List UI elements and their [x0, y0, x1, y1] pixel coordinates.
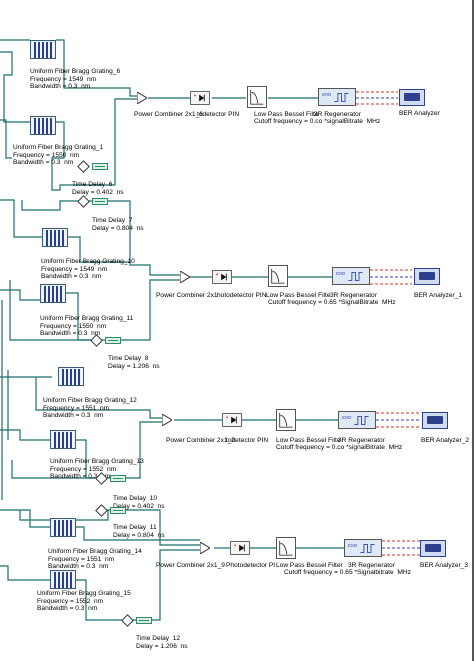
power-combiner-9-icon[interactable] — [200, 542, 210, 554]
time-delay-7-label: Time Delay 7 Delay = 0.804 ns — [92, 217, 144, 232]
fbg-14-label: Uniform Fiber Bragg Grating_14 Frequency … — [48, 548, 142, 571]
chain-3-cutoff-label: Cutoff frequency = 0.co *signalBitrate M… — [276, 444, 403, 451]
chain-1-ber-label: BER Analyzer — [399, 110, 440, 117]
photodetector-2-icon[interactable]: ✶ — [212, 270, 232, 284]
wire — [0, 119, 12, 159]
fbg-12-label: Uniform Fiber Bragg Grating_12 Frequency … — [43, 397, 137, 420]
schematic-canvas: Uniform Fiber Bragg Grating_6 Frequency =… — [0, 0, 474, 661]
low-pass-filter-1-icon[interactable] — [247, 86, 267, 108]
photodetector-1-icon[interactable]: ✶ — [190, 91, 210, 105]
svg-text:IOIO: IOIO — [342, 415, 352, 420]
fbg-1-label: Uniform Fiber Bragg Grating_1 Frequency =… — [13, 144, 104, 167]
ber-analyzer-3-icon[interactable] — [422, 412, 448, 429]
chain-4-ber-label: BER Analyzer_3 — [420, 562, 469, 569]
power-combiner-6-icon[interactable] — [137, 92, 147, 104]
chain-4-cutoff-label: Cutoff frequency = 0.65 *Signalbitrate M… — [284, 569, 411, 576]
chain-2-cutoff-label: Cutoff frequency = 0.65 *SignalBitrate M… — [268, 299, 396, 306]
power-combiner-2-icon[interactable] — [162, 414, 172, 426]
svg-text:IOIO: IOIO — [336, 271, 346, 276]
wire — [0, 289, 40, 301]
low-pass-filter-4-icon[interactable] — [276, 537, 296, 559]
svg-text:IOIO: IOIO — [348, 543, 358, 548]
fbg-13-icon[interactable] — [50, 430, 76, 449]
chain-1-combiner-label: Power Combiner 2x1_6 — [134, 111, 203, 118]
svg-text:✶: ✶ — [225, 415, 229, 420]
fbg-10-label: Uniform Fiber Bragg Grating_10 Frequency … — [41, 258, 135, 281]
time-delay-6[interactable] — [92, 163, 108, 170]
svg-text:IOIO: IOIO — [322, 92, 332, 97]
svg-text:✶: ✶ — [193, 93, 197, 98]
fbg-14-icon[interactable] — [50, 518, 76, 537]
time-delay-10[interactable] — [110, 475, 126, 482]
chain-2-pin-label: hotodetector PIN — [217, 292, 267, 299]
time-delay-8-label: Time Delay 8 Delay = 1.206 ns — [108, 355, 160, 370]
ber-analyzer-1-icon[interactable] — [399, 89, 425, 106]
chain-2-combiner-label: Power Combiner 2x1 — [156, 292, 218, 299]
fbg-11-label: Uniform Fiber Bragg Grating_11 Frequency … — [40, 315, 134, 338]
power-combiner-2x1-icon[interactable] — [180, 271, 190, 283]
time-delay-7[interactable] — [92, 198, 108, 205]
fbg-12-icon[interactable] — [58, 367, 84, 386]
wire — [0, 51, 30, 123]
3r-regenerator-1-icon[interactable]: IOIO — [318, 88, 356, 106]
time-delay-8[interactable] — [105, 337, 121, 344]
low-pass-filter-2-icon[interactable] — [268, 265, 288, 287]
chain-4-pin-label: Photodetector PI — [226, 562, 276, 569]
fbg-11-icon[interactable] — [40, 284, 66, 303]
wire — [0, 509, 50, 528]
svg-text:✶: ✶ — [233, 543, 237, 548]
chain-4-combiner-label: Power Combiner 2x1_9 — [156, 562, 225, 569]
chain-3-ber-label: BER Analyzer_2 — [421, 437, 470, 444]
wire — [0, 565, 50, 581]
fbg-10-icon[interactable] — [42, 228, 68, 247]
wire — [0, 199, 42, 238]
photodetector-3-icon[interactable]: ✶ — [222, 413, 242, 427]
time-delay-12[interactable] — [136, 617, 152, 624]
fbg-6-label: Uniform Fiber Bragg Grating_6 Frequency =… — [30, 68, 121, 91]
fbg-1-icon[interactable] — [30, 116, 56, 135]
chain-2-ber-label: BER Analyzer_1 — [414, 292, 463, 299]
time-delay-12-label: Time Delay 12 Delay = 1.206 ns — [136, 635, 188, 650]
3r-regenerator-4-icon[interactable]: IOIO — [344, 539, 382, 557]
ber-analyzer-4-icon[interactable] — [420, 540, 446, 557]
ber-analyzer-2-icon[interactable] — [414, 268, 440, 285]
chain-3-combiner-label: Power Combiner 2x1_2 — [166, 437, 235, 444]
fbg-15-label: Uniform Fiber Bragg Grating_15 Frequency … — [37, 590, 131, 613]
3r-regenerator-2-icon[interactable]: IOIO — [332, 267, 370, 285]
3r-regenerator-3-icon[interactable]: IOIO — [338, 411, 376, 429]
chain-3-pin-label: todetector PIN — [226, 437, 269, 444]
chain-1-cutoff-label: Cutoff frequency = 0.co *signalBitrate M… — [254, 118, 381, 125]
time-delay-6-label: Time Delay 6 Delay = 0.402 ns — [72, 181, 124, 196]
photodetector-4-icon[interactable]: ✶ — [230, 541, 250, 555]
time-delay-11[interactable] — [110, 507, 126, 514]
svg-text:✶: ✶ — [215, 272, 219, 277]
low-pass-filter-3-icon[interactable] — [276, 409, 296, 431]
time-delay-11-label: Time Delay 11 Delay = 0.804 ns — [113, 524, 165, 539]
fbg-6-icon[interactable] — [30, 40, 56, 59]
chain-1-pin-label: todetector PIN — [197, 111, 240, 118]
